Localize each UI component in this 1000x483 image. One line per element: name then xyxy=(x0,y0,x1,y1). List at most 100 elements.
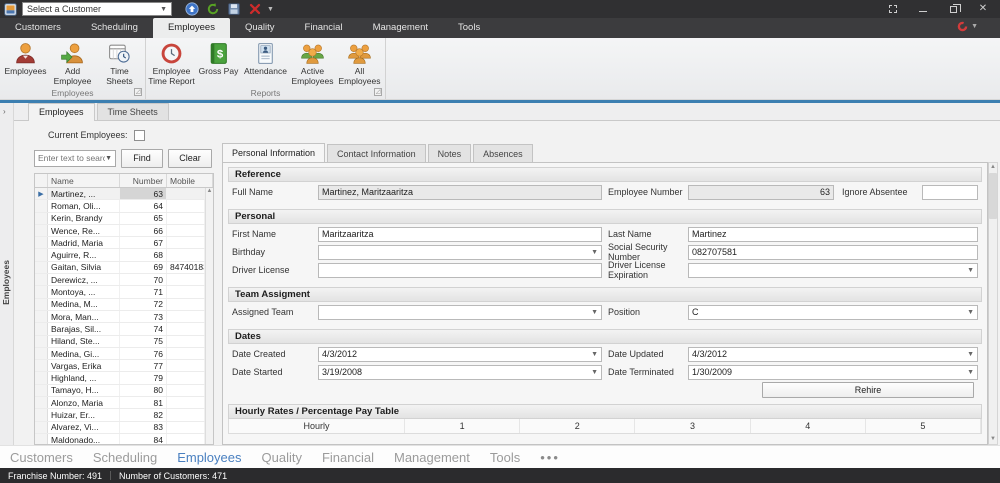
detail-tab-contact-information[interactable]: Contact Information xyxy=(327,144,426,162)
scroll-up-icon[interactable]: ▲ xyxy=(990,163,996,172)
detail-tab-notes[interactable]: Notes xyxy=(427,144,472,162)
save-icon[interactable] xyxy=(227,2,241,16)
detail-tab-absences[interactable]: Absences xyxy=(473,144,533,162)
attendance-button[interactable]: Attendance xyxy=(242,40,289,86)
table-row[interactable]: Derewicz, ... 70 xyxy=(35,274,205,287)
table-row[interactable]: ▶ Martinez, ... 63 xyxy=(35,188,205,201)
active-employees-button[interactable]: Active Employees xyxy=(289,40,336,86)
franchise-number-status: Franchise Number: 491 xyxy=(8,470,103,481)
find-button[interactable]: Find xyxy=(121,148,163,168)
all-employees-button[interactable]: All Employees xyxy=(336,40,383,86)
current-employees-checkbox[interactable] xyxy=(133,129,145,141)
chevron-right-icon[interactable]: › xyxy=(3,107,6,116)
table-row[interactable]: Vargas, Erika 77 xyxy=(35,360,205,373)
fullscreen-button[interactable] xyxy=(886,3,900,15)
collapsed-nav-panel[interactable]: › Employees xyxy=(0,103,14,445)
table-row[interactable]: Huizar, Er... 82 xyxy=(35,409,205,422)
table-row[interactable]: Wence, Re... 66 xyxy=(35,224,205,238)
customer-selector[interactable]: Select a Customer ▼ xyxy=(22,2,172,16)
bottom-nav-tools[interactable]: Tools xyxy=(490,450,520,465)
table-row[interactable]: Barajas, Sil... 74 xyxy=(35,323,205,336)
dl-expiration-field[interactable]: ▼ xyxy=(688,262,978,278)
full-name-label: Full Name xyxy=(232,187,274,197)
table-row[interactable]: Kerin, Brandy 65 xyxy=(35,212,205,225)
ignore-absentee-field[interactable] xyxy=(926,187,974,197)
ssn-field[interactable] xyxy=(692,247,974,257)
nav-overflow-button[interactable]: ••• xyxy=(540,450,560,465)
detail-tab-personal-information[interactable]: Personal Information xyxy=(222,143,326,162)
search-input[interactable]: ▼ xyxy=(34,149,116,167)
document-tab-employees[interactable]: Employees xyxy=(28,103,95,121)
table-row[interactable]: Highland, ... 79 xyxy=(35,372,205,385)
dialog-launcher-icon[interactable]: ◿ xyxy=(134,88,142,97)
date-terminated-field[interactable]: 1/30/2009 ▼ xyxy=(688,364,978,380)
table-row[interactable]: Medina, Gi... 76 xyxy=(35,347,205,361)
go-icon[interactable] xyxy=(185,2,199,16)
table-row[interactable]: Tamayo, H... 80 xyxy=(35,384,205,398)
first-name-field[interactable] xyxy=(322,229,598,239)
gross-pay-button[interactable]: $ Gross Pay xyxy=(195,40,242,86)
bottom-nav-scheduling[interactable]: Scheduling xyxy=(93,450,157,465)
table-row[interactable]: Aguirre, R... 68 xyxy=(35,249,205,262)
bottom-nav-financial[interactable]: Financial xyxy=(322,450,374,465)
minimize-button[interactable] xyxy=(916,3,930,15)
column-header-name[interactable]: Name xyxy=(48,174,120,187)
chevron-down-icon[interactable]: ▼ xyxy=(105,155,112,162)
search-field[interactable] xyxy=(38,153,106,163)
assigned-team-field[interactable]: ▼ xyxy=(318,304,602,320)
time-sheets-button[interactable]: Time Sheets xyxy=(96,40,143,86)
scroll-up-icon[interactable]: ▲ xyxy=(207,188,213,194)
date-updated-field[interactable]: 4/3/2012 ▼ xyxy=(688,346,978,362)
close-button[interactable]: ✕ xyxy=(976,3,990,15)
last-name-field[interactable] xyxy=(692,229,974,239)
qat-customize-icon[interactable]: ▼ xyxy=(267,6,274,13)
ribbon-tab-tools[interactable]: Tools xyxy=(443,18,495,38)
bottom-nav-customers[interactable]: Customers xyxy=(10,450,73,465)
table-row[interactable]: Alonzo, Maria 81 xyxy=(35,397,205,410)
ribbon-tab-scheduling[interactable]: Scheduling xyxy=(76,18,153,38)
table-row[interactable]: Mora, Man... 73 xyxy=(35,310,205,324)
table-row[interactable]: Roman, Oli... 64 xyxy=(35,200,205,213)
grid-scrollbar[interactable]: ▲ xyxy=(205,188,213,444)
full-name-field[interactable] xyxy=(322,187,598,197)
refresh-icon[interactable] xyxy=(206,2,220,16)
ribbon-tab-employees[interactable]: Employees xyxy=(152,18,230,38)
delete-icon[interactable] xyxy=(248,2,262,16)
document-tab-time-sheets[interactable]: Time Sheets xyxy=(96,103,169,120)
chevron-down-icon: ▼ xyxy=(967,308,974,316)
ribbon-tab-financial[interactable]: Financial xyxy=(290,18,358,38)
date-started-field[interactable]: 3/19/2008 ▼ xyxy=(318,364,602,380)
driver-license-field[interactable] xyxy=(322,265,598,275)
column-header-number[interactable]: Number xyxy=(120,174,167,187)
bottom-nav-employees[interactable]: Employees xyxy=(177,450,241,465)
employee-time-report-button[interactable]: Employee Time Report xyxy=(148,40,195,86)
table-row[interactable]: Montoya, ... 71 xyxy=(35,286,205,299)
detail-scrollbar[interactable]: ▲ ▼ xyxy=(988,162,998,445)
table-row[interactable]: Medina, M... 72 xyxy=(35,298,205,311)
restore-button[interactable] xyxy=(946,3,961,15)
table-row[interactable]: Alvarez, Vi... 83 xyxy=(35,421,205,434)
table-row[interactable]: Hiland, Ste... 75 xyxy=(35,335,205,348)
column-header-mobile[interactable]: Mobile xyxy=(167,174,213,187)
scrollbar-thumb[interactable] xyxy=(989,173,997,219)
employee-number-field[interactable] xyxy=(692,187,830,197)
dialog-launcher-icon[interactable]: ◿ xyxy=(374,88,382,97)
add-employee-button[interactable]: Add Employee xyxy=(49,40,96,86)
chevron-down-icon[interactable]: ▼ xyxy=(160,6,167,13)
position-field[interactable]: C ▼ xyxy=(688,304,978,320)
table-row[interactable]: Maldonado... 84 xyxy=(35,433,205,444)
table-row[interactable]: Gaitan, Silvia 69 8474018364 xyxy=(35,261,205,275)
clear-button[interactable]: Clear xyxy=(168,148,212,168)
table-row[interactable]: Madrid, Maria 67 xyxy=(35,237,205,250)
rehire-button[interactable]: Rehire xyxy=(762,382,974,398)
employees-button[interactable]: Employees xyxy=(2,40,49,86)
brand-menu[interactable]: ▼ xyxy=(957,21,978,32)
ribbon-tab-customers[interactable]: Customers xyxy=(0,18,76,38)
bottom-nav-management[interactable]: Management xyxy=(394,450,470,465)
birthday-field[interactable]: ▼ xyxy=(318,244,602,260)
date-created-field[interactable]: 4/3/2012 ▼ xyxy=(318,346,602,362)
bottom-nav-quality[interactable]: Quality xyxy=(262,450,302,465)
ribbon-tab-management[interactable]: Management xyxy=(358,18,443,38)
scroll-down-icon[interactable]: ▼ xyxy=(990,435,996,444)
ribbon-tab-quality[interactable]: Quality xyxy=(230,18,290,38)
